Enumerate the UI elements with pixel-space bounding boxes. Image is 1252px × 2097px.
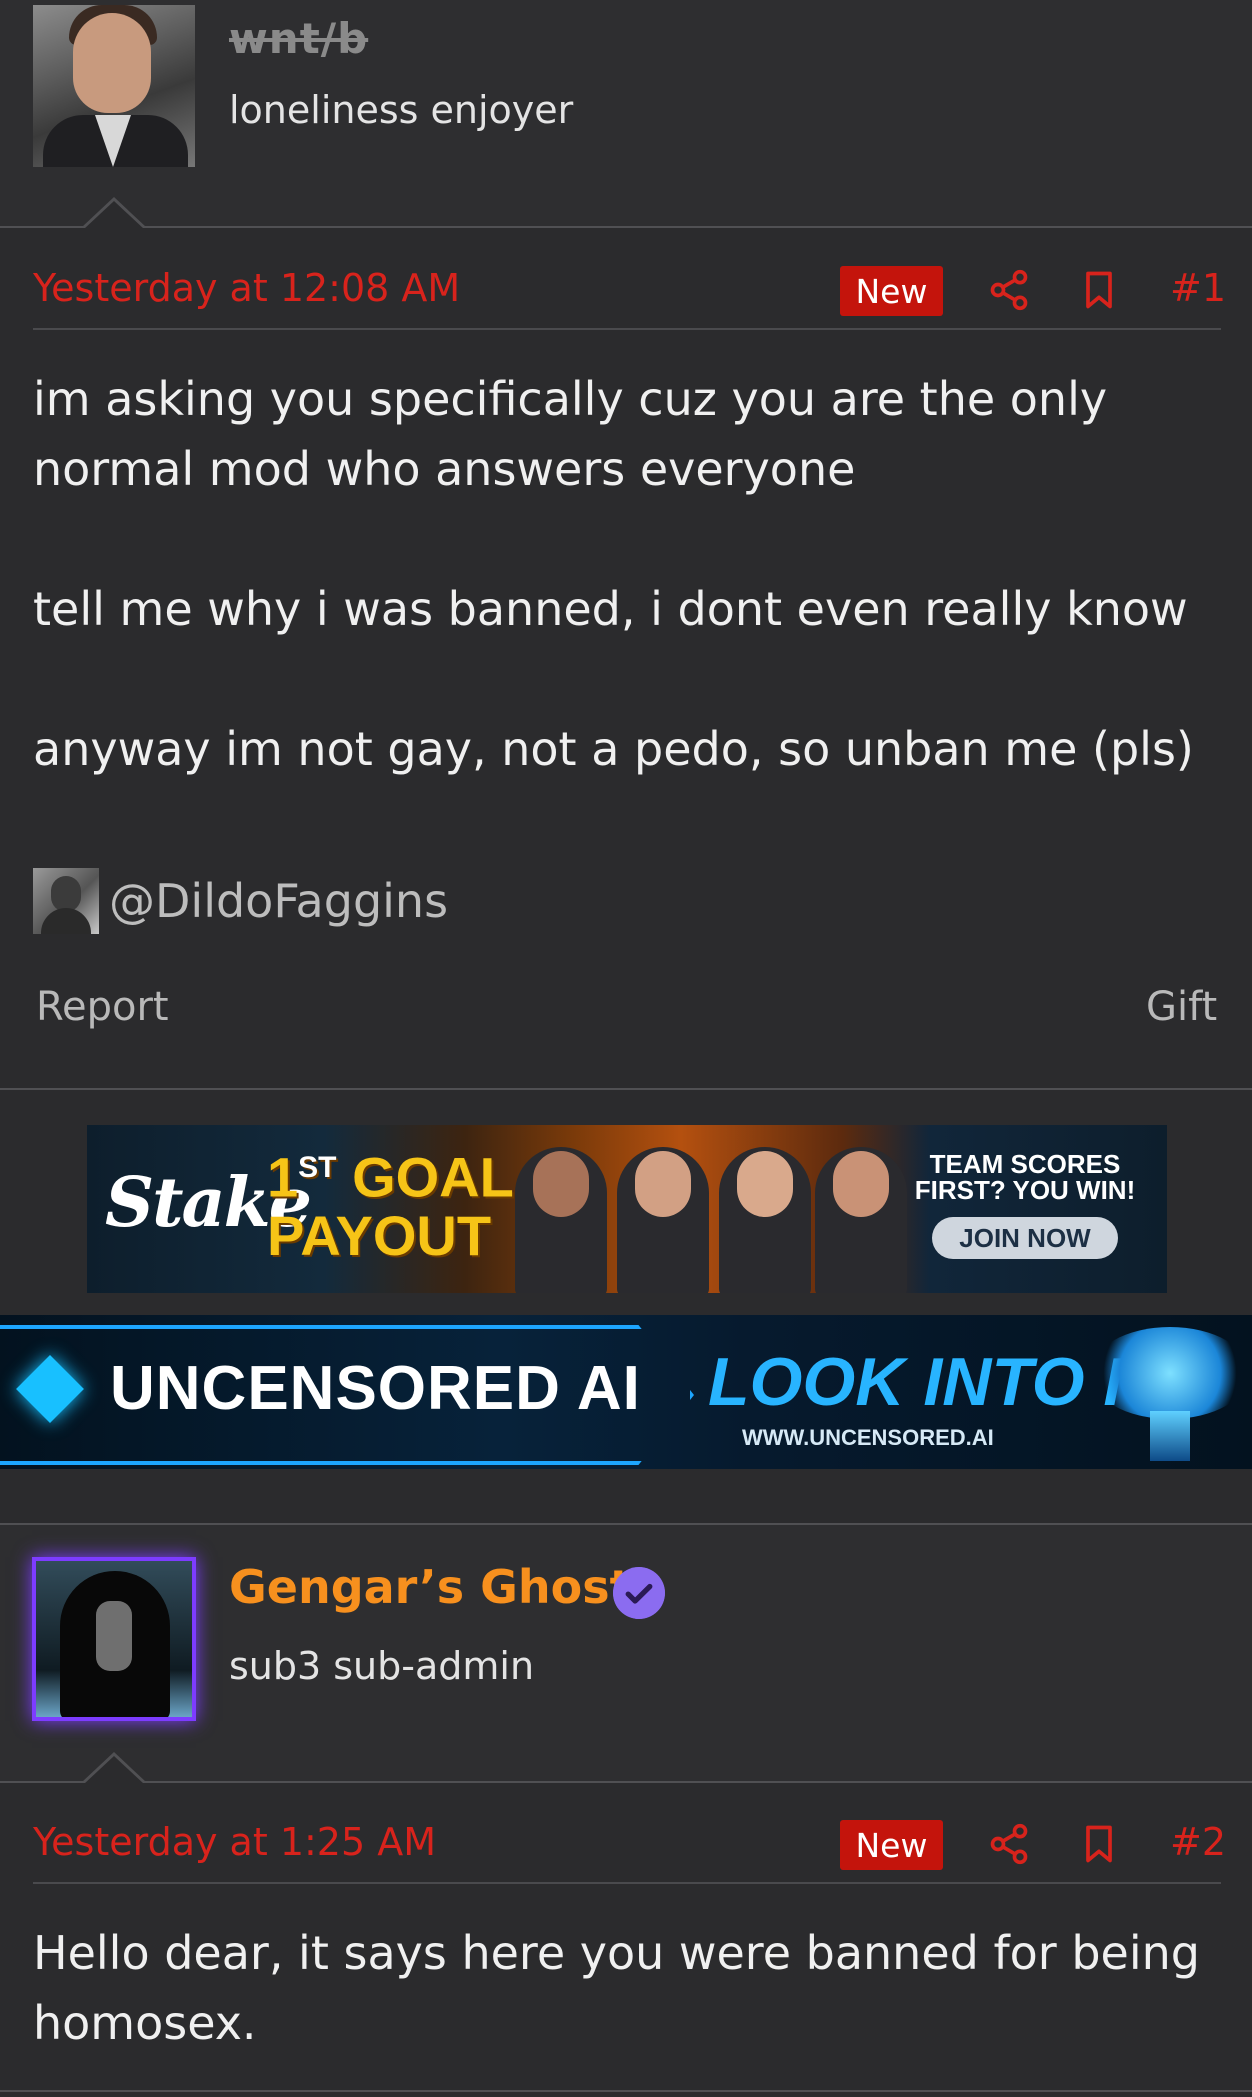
- post2-new-badge: New: [840, 1820, 943, 1870]
- post1-username[interactable]: wnt/b: [229, 14, 368, 63]
- stake-headline: 1ST GOAL PAYOUT: [267, 1139, 514, 1265]
- post2-header-divider: [0, 1781, 1252, 1783]
- post1-new-badge: New: [840, 266, 943, 316]
- post1-meta-rule: [33, 328, 1221, 330]
- stake-headline-3: PAYOUT: [267, 1203, 492, 1267]
- stake-player-2: [617, 1147, 709, 1293]
- share-icon[interactable]: [987, 1822, 1031, 1866]
- post1-avatar[interactable]: [33, 5, 195, 167]
- post1-header-divider: [0, 226, 1252, 228]
- post2-user-title: sub3 sub-admin: [229, 1644, 535, 1688]
- post2-avatar[interactable]: [32, 1557, 196, 1721]
- post2-meta-rule: [33, 1882, 1221, 1884]
- post2-bottom-divider: [0, 2090, 1252, 2092]
- post2-number-link[interactable]: #2: [1170, 1820, 1226, 1864]
- post2-notch-fill: [84, 1756, 144, 1784]
- stake-ad-banner[interactable]: Stake 1ST GOAL PAYOUT TEAM SCORES FIRST?…: [87, 1125, 1167, 1293]
- ai-url: WWW.UNCENSORED.AI: [742, 1425, 994, 1450]
- post1-user-title: loneliness enjoyer: [229, 88, 574, 132]
- post1-body: im asking you specifically cuz you are t…: [33, 372, 1194, 776]
- post1-date[interactable]: Yesterday at 12:08 AM: [33, 266, 460, 310]
- stake-player-1: [515, 1147, 607, 1293]
- mention-avatar: [33, 868, 99, 934]
- stake-player-3: [719, 1147, 811, 1293]
- gift-link[interactable]: Gift: [1146, 984, 1217, 1030]
- bookmark-icon[interactable]: [1077, 268, 1121, 312]
- brain-icon: [1090, 1327, 1250, 1419]
- share-icon[interactable]: [987, 268, 1031, 312]
- post2-date[interactable]: Yesterday at 1:25 AM: [33, 1820, 436, 1864]
- post2-body: Hello dear, it says here you were banned…: [33, 1926, 1200, 2050]
- stake-tagline-block: TEAM SCORES FIRST? YOU WIN! JOIN NOW: [907, 1151, 1143, 1259]
- avatar-face: [73, 13, 151, 113]
- stake-headline-1: 1: [267, 1145, 299, 1209]
- report-link[interactable]: Report: [36, 984, 169, 1030]
- ai-brand: UNCENSORED AI: [110, 1354, 641, 1423]
- post1-notch-fill: [84, 201, 144, 229]
- stake-join-button[interactable]: JOIN NOW: [932, 1217, 1118, 1259]
- verified-check-icon: [613, 1567, 665, 1619]
- brain-stem-graphic: [1150, 1411, 1190, 1461]
- stake-headline-2: GOAL: [352, 1145, 514, 1209]
- uncensored-ai-ad-banner[interactable]: UNCENSORED AI LOOK INTO IT WWW.UNCENSORE…: [0, 1315, 1252, 1469]
- mention-username[interactable]: @DildoFaggins: [109, 874, 448, 928]
- bookmark-icon[interactable]: [1077, 1822, 1121, 1866]
- stake-player-4: [815, 1147, 907, 1293]
- stake-tagline: TEAM SCORES FIRST? YOU WIN!: [914, 1149, 1136, 1205]
- stake-headline-sup: ST: [298, 1151, 337, 1184]
- post1-mention[interactable]: @DildoFaggins: [33, 866, 448, 936]
- post1-number-link[interactable]: #1: [1170, 266, 1226, 310]
- post2-username[interactable]: Gengar’s Ghost: [229, 1560, 632, 1614]
- avatar-face: [96, 1601, 132, 1671]
